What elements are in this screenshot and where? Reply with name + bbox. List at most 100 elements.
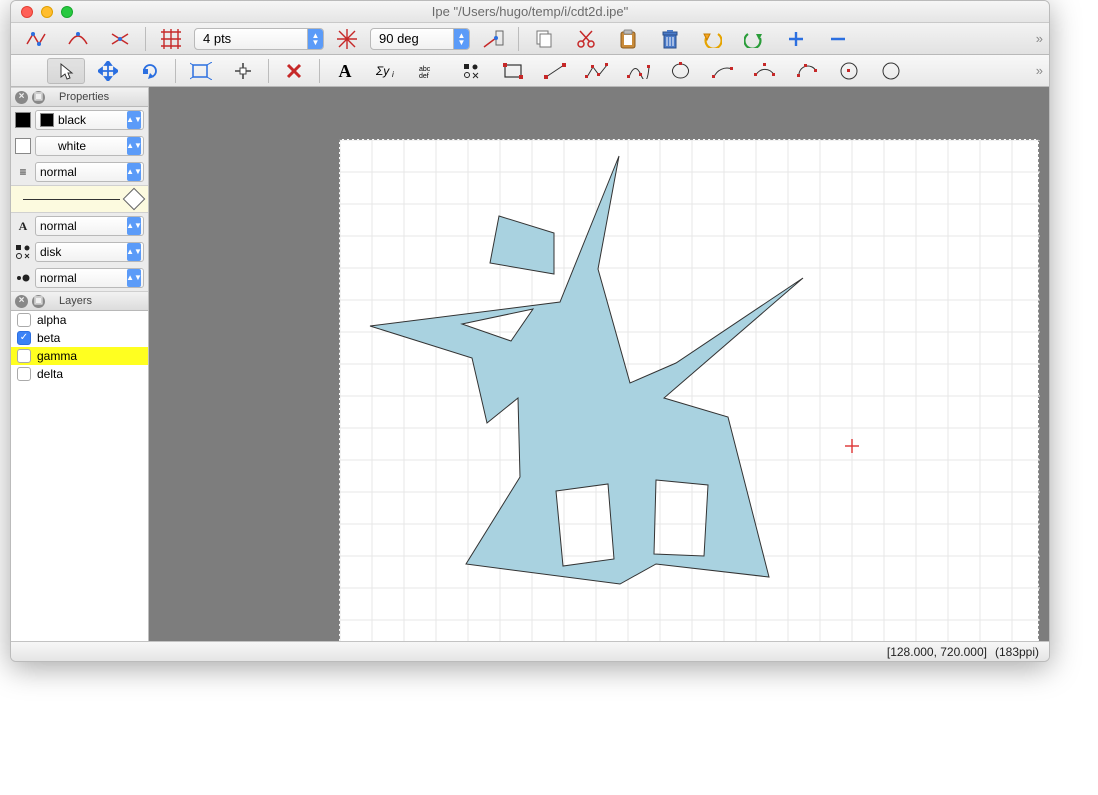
rotate-mode-button[interactable] — [131, 58, 169, 84]
grid-size-select[interactable]: 4 pts ▲▼ — [194, 28, 324, 50]
app-window: Ipe "/Users/hugo/temp/i/cdt2d.ipe" 4 pts… — [10, 0, 1050, 662]
rectangle-mode-button[interactable] — [494, 58, 532, 84]
toolbar-snap: 4 pts ▲▼ 90 deg ▲▼ — [11, 23, 1049, 55]
properties-panel: black ▲▼ white ▲▼ ≡ normal — [11, 107, 148, 291]
angle-snap-select[interactable]: 90 deg ▲▼ — [370, 28, 470, 50]
svg-text:A: A — [339, 62, 352, 80]
marks-mode-button[interactable] — [452, 58, 490, 84]
chevron-icon: ▲▼ — [127, 243, 141, 261]
layer-name-label: beta — [37, 331, 60, 345]
status-coords: [128.000, 720.000] — [887, 645, 987, 659]
paste-button[interactable] — [609, 26, 647, 52]
svg-text:abc: abc — [419, 66, 431, 73]
main-area: × ▣ Properties black ▲▼ — [11, 87, 1049, 641]
snap-control-button[interactable] — [59, 26, 97, 52]
line-preview-icon — [23, 199, 120, 200]
copy-button[interactable] — [525, 26, 563, 52]
panel-detach-icon[interactable]: ▣ — [32, 91, 45, 104]
zoom-in-button[interactable] — [777, 26, 815, 52]
translate-mode-button[interactable] — [89, 58, 127, 84]
angle-snap-value: 90 deg — [379, 31, 419, 46]
zoom-icon[interactable] — [61, 6, 73, 18]
marksize-select[interactable]: normal ▲▼ — [35, 268, 144, 288]
textsize-select[interactable]: normal ▲▼ — [35, 216, 144, 236]
arrow-row[interactable] — [11, 185, 148, 213]
redo-button[interactable] — [735, 26, 773, 52]
textsize-icon: A — [15, 218, 31, 234]
layers-list: alpha beta gamma delta — [11, 311, 148, 641]
select-mode-button[interactable] — [47, 58, 85, 84]
circle1-mode-button[interactable] — [830, 58, 868, 84]
delete-button[interactable] — [651, 26, 689, 52]
layer-item[interactable]: beta — [11, 329, 148, 347]
line-mode-button[interactable] — [536, 58, 574, 84]
canvas-area[interactable] — [149, 87, 1049, 641]
snap-grid-button[interactable] — [152, 26, 190, 52]
pen-select[interactable]: normal ▲▼ — [35, 162, 144, 182]
layer-item[interactable]: alpha — [11, 311, 148, 329]
fill-color-select[interactable]: white ▲▼ — [35, 136, 144, 156]
chevron-icon: ▲▼ — [127, 217, 141, 235]
snap-vertex-button[interactable] — [17, 26, 55, 52]
marksize-label: normal — [40, 271, 77, 285]
titlebar: Ipe "/Users/hugo/temp/i/cdt2d.ipe" — [11, 1, 1049, 23]
abs-stroke-swatch[interactable] — [15, 112, 31, 128]
circle2-mode-button[interactable] — [872, 58, 910, 84]
pen-label: normal — [40, 165, 77, 179]
abs-fill-swatch[interactable] — [15, 138, 31, 154]
arc2-mode-button[interactable] — [746, 58, 784, 84]
snap-angle-button[interactable] — [328, 26, 366, 52]
textsize-label: normal — [40, 219, 77, 233]
math-mode-button[interactable]: Σyi — [368, 58, 406, 84]
layer-item[interactable]: delta — [11, 365, 148, 383]
stepper-icon: ▲▼ — [453, 29, 469, 49]
svg-text:Σy: Σy — [376, 64, 390, 78]
splinegon-mode-button[interactable] — [662, 58, 700, 84]
stroke-swatch-icon — [40, 113, 54, 127]
delete-mode-button[interactable] — [275, 58, 313, 84]
pen-icon: ≡ — [15, 164, 31, 180]
stroke-color-select[interactable]: black ▲▼ — [35, 110, 144, 130]
undo-button[interactable] — [693, 26, 731, 52]
zoom-out-button[interactable] — [819, 26, 857, 52]
status-bar: [128.000, 720.000] (183ppi) — [11, 641, 1049, 661]
layer-name-label: gamma — [37, 349, 77, 363]
arc1-mode-button[interactable] — [704, 58, 742, 84]
spline-mode-button[interactable] — [620, 58, 658, 84]
panel-detach-icon[interactable]: ▣ — [32, 295, 45, 308]
chevron-icon: ▲▼ — [127, 269, 141, 287]
layer-visibility-checkbox[interactable] — [17, 331, 31, 345]
polyline-mode-button[interactable] — [578, 58, 616, 84]
arc3-mode-button[interactable] — [788, 58, 826, 84]
layer-name-label: delta — [37, 367, 63, 381]
sidebar: × ▣ Properties black ▲▼ — [11, 87, 149, 641]
toolbar-overflow-icon[interactable]: » — [1036, 31, 1043, 46]
layers-panel-header: × ▣ Layers — [11, 291, 148, 311]
markshape-label: disk — [40, 245, 61, 259]
close-icon[interactable] — [21, 6, 33, 18]
layer-item[interactable]: gamma — [11, 347, 148, 365]
layer-visibility-checkbox[interactable] — [17, 349, 31, 363]
panel-close-icon[interactable]: × — [15, 295, 28, 308]
markshape-icon — [15, 244, 31, 260]
drawing-canvas[interactable] — [339, 139, 1039, 641]
properties-panel-header: × ▣ Properties — [11, 87, 148, 107]
snap-auto-button[interactable] — [474, 26, 512, 52]
layer-visibility-checkbox[interactable] — [17, 313, 31, 327]
toolbar-overflow-icon[interactable]: » — [1036, 63, 1043, 78]
chevron-icon: ▲▼ — [127, 163, 141, 181]
chevron-icon: ▲▼ — [127, 111, 141, 129]
minimize-icon[interactable] — [41, 6, 53, 18]
pan-mode-button[interactable] — [224, 58, 262, 84]
window-title: Ipe "/Users/hugo/temp/i/cdt2d.ipe" — [11, 4, 1049, 19]
markshape-select[interactable]: disk ▲▼ — [35, 242, 144, 262]
snap-intersection-button[interactable] — [101, 26, 139, 52]
stretch-mode-button[interactable] — [182, 58, 220, 84]
cut-button[interactable] — [567, 26, 605, 52]
svg-text:def: def — [419, 73, 429, 79]
panel-close-icon[interactable]: × — [15, 91, 28, 104]
paragraph-mode-button[interactable]: abcdef — [410, 58, 448, 84]
diamond-icon — [123, 188, 146, 211]
label-mode-button[interactable]: A — [326, 58, 364, 84]
layer-visibility-checkbox[interactable] — [17, 367, 31, 381]
